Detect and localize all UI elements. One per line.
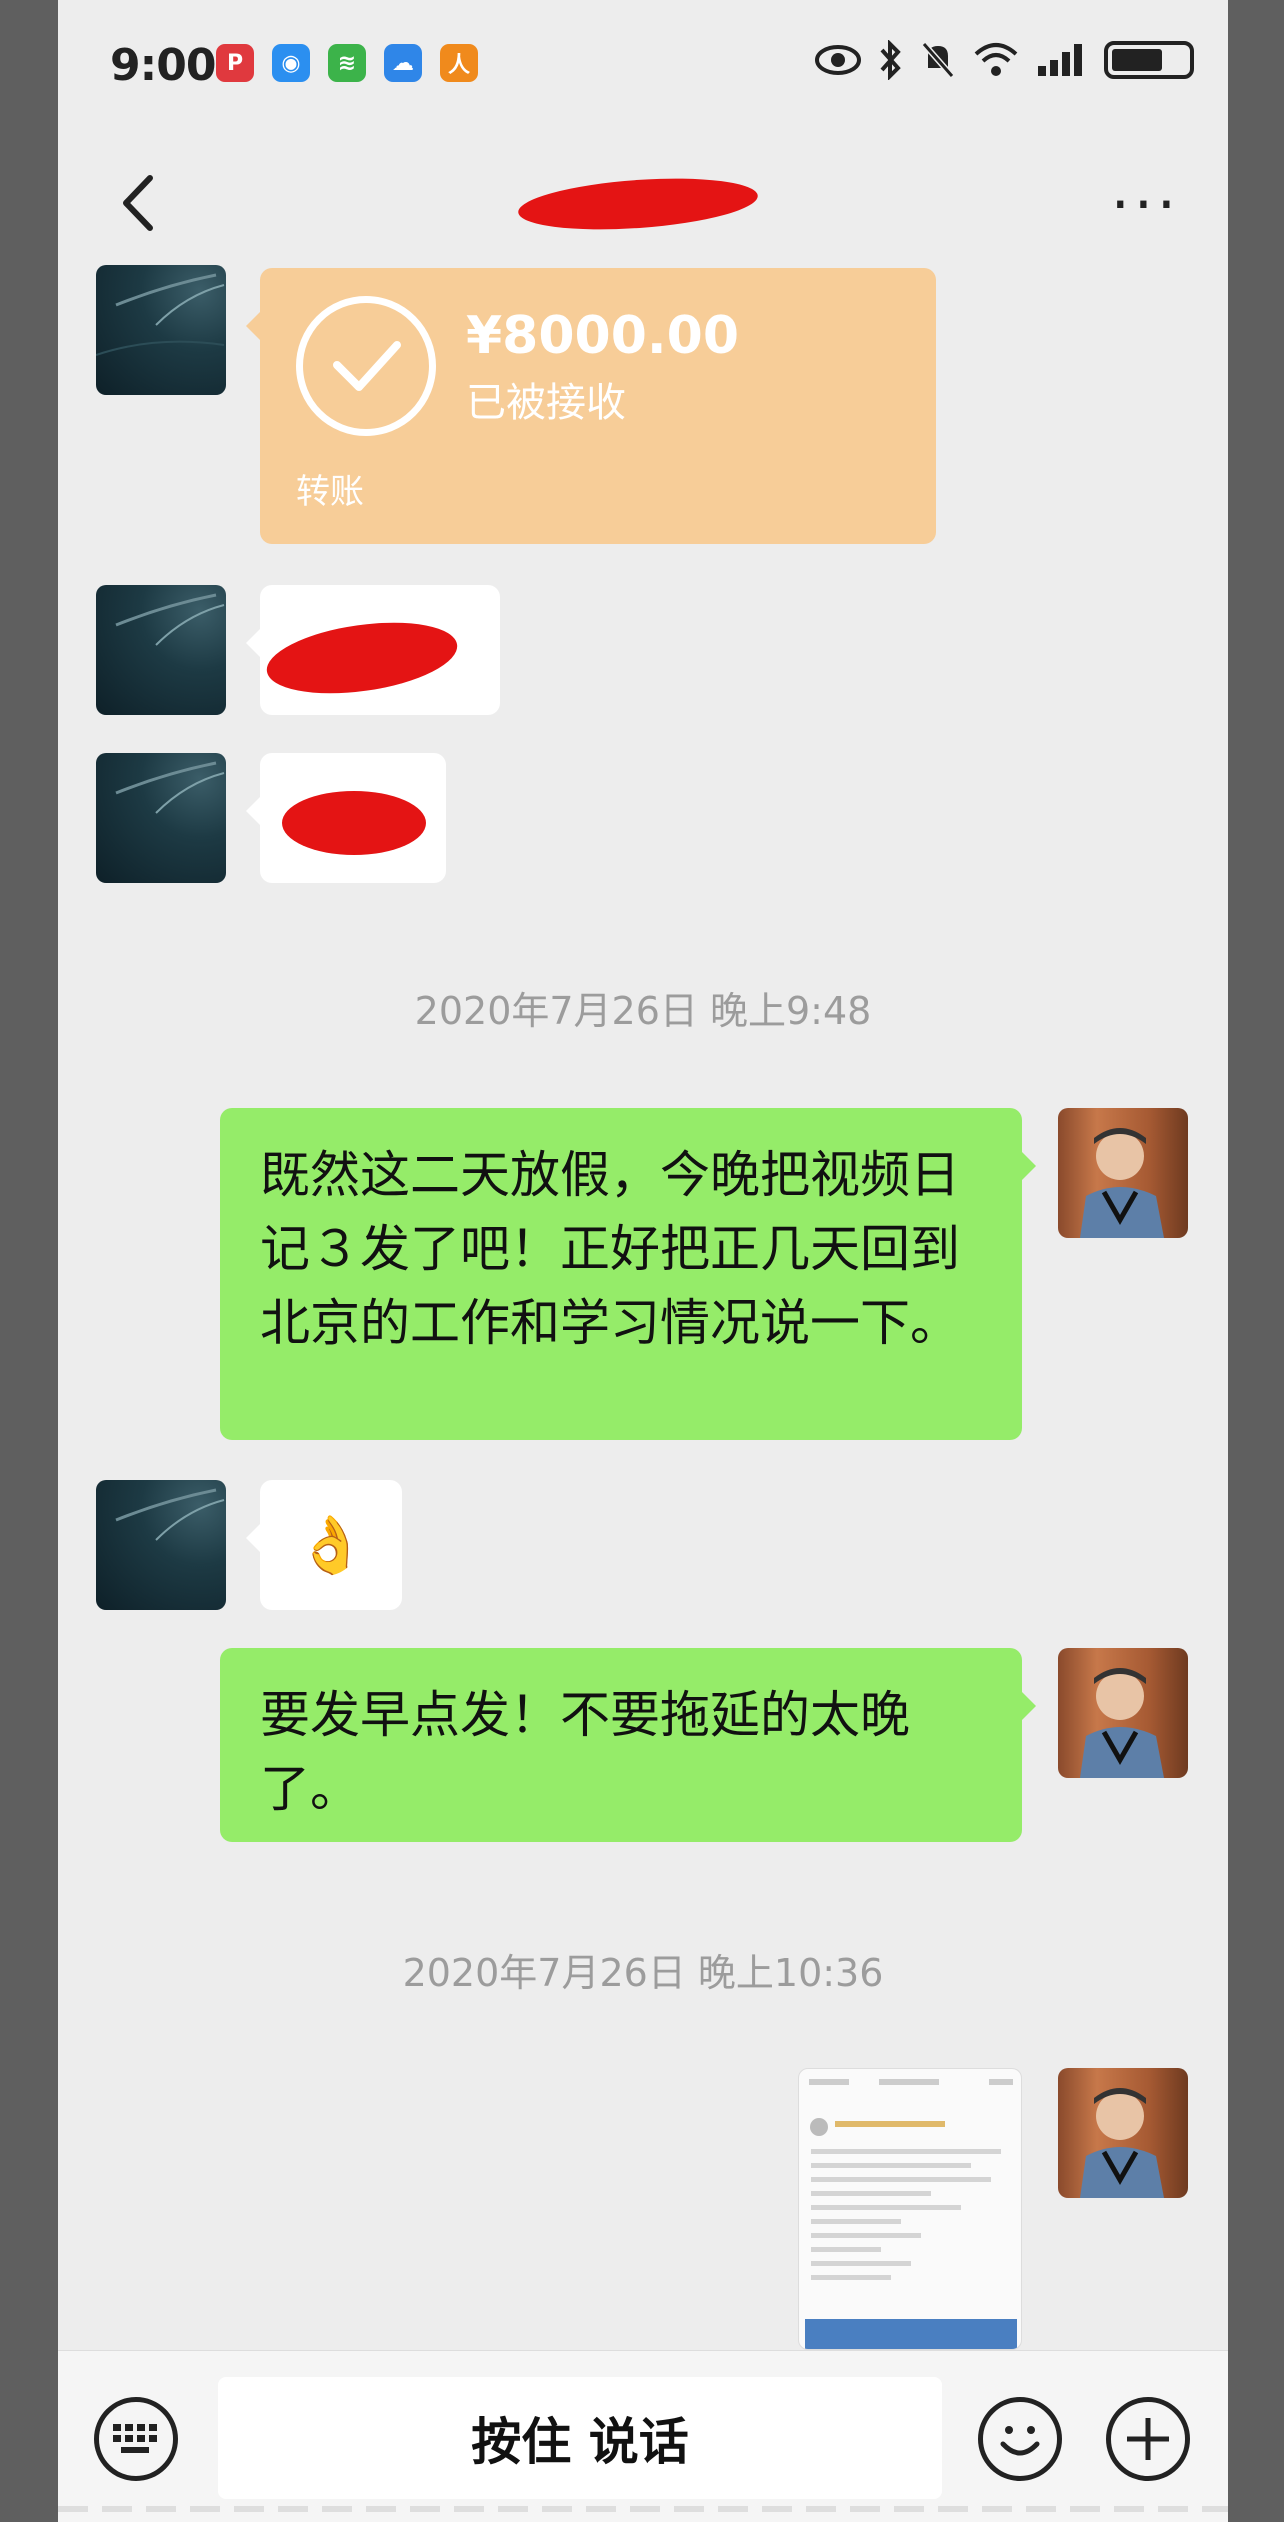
status-bar: 9:00 P ◉ ≋ ☁ 人: [58, 0, 1228, 140]
battery-icon: [1104, 41, 1194, 79]
input-bar: 按住 说话: [58, 2350, 1228, 2522]
transfer-amount: ¥8000.00: [466, 306, 740, 366]
my-avatar[interactable]: [1058, 1648, 1188, 1778]
contact-avatar[interactable]: [96, 1480, 226, 1610]
sent-message-bubble[interactable]: 既然这二天放假，今晚把视频日记３发了吧！正好把正几天回到北京的工作和学习情况说一…: [220, 1108, 1036, 1440]
signal-icon: [1038, 44, 1082, 76]
keyboard-toggle-icon[interactable]: [94, 2397, 178, 2481]
chat-timestamp: 2020年7月26日 晚上10:36: [402, 1951, 884, 1995]
my-avatar[interactable]: [1058, 2068, 1188, 2198]
bell-muted-icon: [921, 42, 955, 78]
transfer-label: 转账: [296, 472, 364, 512]
redaction-mark: [516, 171, 760, 237]
app-notification-icon: P: [216, 44, 254, 82]
message-notification-icon: ◉: [272, 44, 310, 82]
plus-icon[interactable]: [1106, 2397, 1190, 2481]
wifi-icon: [974, 43, 1018, 76]
status-time: 9:00: [110, 40, 216, 91]
chat-screen: 9:00 P ◉ ≋ ☁ 人 ··· ¥8000.00 已被接收 转账 2020…: [58, 0, 1228, 2522]
home-indicator: [58, 2506, 1228, 2512]
redaction-mark: [282, 791, 426, 855]
emoji-icon[interactable]: [978, 2397, 1062, 2481]
message-bubble[interactable]: [246, 753, 446, 883]
app-notification-icon: ≋: [328, 44, 366, 82]
my-avatar[interactable]: [1058, 1108, 1188, 1238]
contact-avatar[interactable]: [96, 585, 226, 715]
contact-avatar[interactable]: [96, 753, 226, 883]
status-right-icons: [814, 40, 1194, 80]
message-bubble[interactable]: 👌: [246, 1480, 402, 1610]
message-bubble[interactable]: [246, 585, 500, 715]
more-options-icon[interactable]: ···: [1111, 175, 1180, 235]
redaction-mark: [262, 611, 462, 705]
chat-timestamp: 2020年7月26日 晚上9:48: [414, 989, 872, 1033]
eye-icon: [815, 45, 861, 75]
message-text: 要发早点发！不要拖延的太晚了。: [260, 1686, 910, 1818]
sent-image-thumbnail[interactable]: [798, 2068, 1022, 2350]
transfer-card[interactable]: ¥8000.00 已被接收 转账: [246, 268, 936, 544]
transfer-status: 已被接收: [466, 380, 626, 426]
status-notification-icons: P ◉ ≋ ☁ 人: [216, 44, 478, 82]
sent-message-bubble[interactable]: 要发早点发！不要拖延的太晚了。: [220, 1648, 1036, 1842]
message-text: 既然这二天放假，今晚把视频日记３发了吧！正好把正几天回到北京的工作和学习情况说一…: [260, 1146, 960, 1352]
ok-hand-emoji: 👌: [296, 1513, 366, 1578]
contact-avatar[interactable]: [96, 265, 226, 395]
chat-header: ···: [58, 140, 1228, 270]
app-notification-icon: 人: [440, 44, 478, 82]
cloud-notification-icon: ☁: [384, 44, 422, 82]
back-chevron-icon[interactable]: [104, 168, 174, 238]
bluetooth-icon: [880, 40, 901, 80]
check-circle-icon: [296, 296, 436, 436]
hold-to-talk-button[interactable]: 按住 说话: [218, 2377, 942, 2499]
